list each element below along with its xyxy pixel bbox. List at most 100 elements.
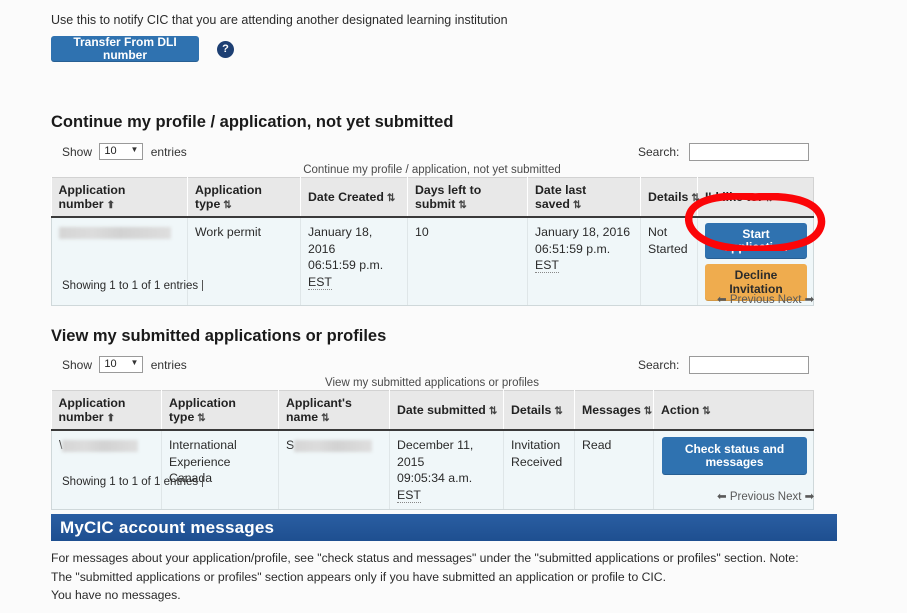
transfer-from-dli-number-button[interactable]: Transfer From DLI number <box>51 35 199 62</box>
continue-entries-select[interactable]: 10 ▼ <box>99 143 144 160</box>
submitted-entries-value: 10 <box>104 358 117 370</box>
mycic-account-messages-header: MyCIC account messages <box>51 514 837 541</box>
continue-search-input[interactable] <box>688 143 809 161</box>
submitted-entries-select[interactable]: 10 ▼ <box>99 356 144 373</box>
text-cursor <box>202 280 204 291</box>
continue-col-label-3: Days left to submit <box>415 183 482 211</box>
submitted-next-button[interactable]: Next <box>778 491 802 503</box>
sort-both-icon: ⇅ <box>554 406 562 417</box>
continue-table-caption: Continue my profile / application, not y… <box>303 164 561 176</box>
sort-asc-icon: ⬆ <box>106 413 115 424</box>
chevron-down-icon: ▼ <box>130 145 139 154</box>
submitted-table-info: Showing 1 to 1 of 1 entries <box>62 476 204 488</box>
next-arrow-icon[interactable]: ➡ <box>805 491 815 503</box>
continue-col-label-6: I'd like to: <box>705 190 762 204</box>
date-submitted-time: 09:05:34 a.m. <box>397 471 473 486</box>
redacted-applicant-name: S <box>286 438 373 452</box>
submitted-col-label-3: Date submitted <box>397 403 486 417</box>
continue-previous-button[interactable]: Previous <box>730 294 775 306</box>
redacted-application-number: \ <box>59 438 139 452</box>
table-row: \ International Experience Canada S Dece… <box>51 430 814 511</box>
sort-both-icon: ⇅ <box>386 193 395 204</box>
sort-both-icon: ⇅ <box>223 200 231 211</box>
submitted-col-messages[interactable]: Messages ⇅ <box>574 390 654 431</box>
timezone-abbr: EST <box>397 487 421 503</box>
text-cursor <box>202 476 204 487</box>
sort-both-icon: ⇅ <box>458 200 466 211</box>
continue-length-suffix: entries <box>150 145 187 159</box>
cell-days-left: 10 <box>407 217 528 306</box>
continue-next-button[interactable]: Next <box>778 294 802 306</box>
check-status-and-messages-button[interactable]: Check status and messages <box>662 437 807 476</box>
sort-both-icon: ⇅ <box>321 413 329 424</box>
cell-date-created: January 18, 2016 06:51:59 p.m. EST <box>300 217 408 306</box>
continue-col-details[interactable]: Details ⇅ <box>640 177 700 218</box>
submitted-col-label-0: Application number <box>58 396 126 424</box>
submitted-table-caption: View my submitted applications or profil… <box>325 377 539 389</box>
timezone-abbr: EST <box>535 258 559 274</box>
cell-application-number: \ <box>51 430 162 511</box>
continue-col-application-type[interactable]: Application type ⇅ <box>187 177 301 218</box>
submitted-previous-button[interactable]: Previous <box>730 491 775 503</box>
start-application-button[interactable]: Start application <box>705 223 807 260</box>
applicant-name-prefix: S <box>286 438 295 452</box>
submitted-info-text: Showing 1 to 1 of 1 entries <box>62 476 199 488</box>
details-line2: Received <box>511 454 563 469</box>
help-icon[interactable]: ? <box>217 41 234 58</box>
next-arrow-icon[interactable]: ➡ <box>805 294 815 306</box>
continue-section-title: Continue my profile / application, not y… <box>51 113 454 131</box>
submitted-filter-control: Search: <box>638 356 809 374</box>
previous-arrow-icon[interactable]: ⬅ <box>717 294 727 306</box>
submitted-col-date-submitted[interactable]: Date submitted ⇅ <box>389 390 504 431</box>
submitted-col-details[interactable]: Details ⇅ <box>503 390 575 431</box>
submitted-col-application-number[interactable]: Application number ⬆ <box>51 390 162 431</box>
messages-body-line2: applications or profiles" section appear… <box>135 569 666 584</box>
cell-date-last-saved: January 18, 2016 06:51:59 p.m. EST <box>527 217 641 306</box>
submitted-col-application-type[interactable]: Application type ⇅ <box>161 390 279 431</box>
date-saved-time: 06:51:59 p.m. <box>535 241 611 256</box>
sort-asc-icon: ⬆ <box>106 200 115 211</box>
submitted-col-label-6: Action <box>661 403 700 417</box>
no-messages-text: You have no messages. <box>51 588 181 602</box>
submitted-length-control: Show 10 ▼ entries <box>62 356 187 373</box>
continue-col-application-number[interactable]: Application number ⬆ <box>51 177 188 218</box>
continue-col-days-left[interactable]: Days left to submit ⇅ <box>407 177 528 218</box>
cell-application-type: International Experience Canada <box>161 430 279 511</box>
submitted-col-label-4: Details <box>511 403 552 417</box>
timezone-abbr: EST <box>308 274 332 290</box>
submitted-col-applicant-name[interactable]: Applicant's name ⇅ <box>278 390 390 431</box>
redacted-application-number <box>59 225 171 239</box>
continue-col-date-last-saved[interactable]: Date last saved ⇅ <box>527 177 641 218</box>
cell-application-type: Work permit <box>187 217 301 306</box>
continue-table-info: Showing 1 to 1 of 1 entries <box>62 280 204 292</box>
submitted-col-label-2: Applicant's name <box>286 396 352 424</box>
date-created-date: January 18, 2016 <box>308 225 373 256</box>
table-row: Work permit January 18, 2016 06:51:59 p.… <box>51 217 814 306</box>
continue-length-prefix: Show <box>62 145 93 159</box>
previous-arrow-icon[interactable]: ⬅ <box>717 491 727 503</box>
submitted-table-header-row: Application number ⬆ Application type ⇅ Ap… <box>51 390 814 431</box>
date-submitted-date: December 11, 2015 <box>397 438 474 469</box>
sort-both-icon: ⇅ <box>488 406 497 417</box>
continue-length-control: Show 10 ▼ entries <box>62 143 187 160</box>
continue-col-id-like-to[interactable]: I'd like to: ⇅ <box>697 177 814 218</box>
continue-filter-control: Search: <box>638 143 809 161</box>
sort-both-icon: ⇅ <box>764 193 773 204</box>
sort-both-icon: ⇅ <box>702 406 710 417</box>
submitted-col-action[interactable]: Action ⇅ <box>653 390 814 431</box>
submitted-length-suffix: entries <box>150 358 187 372</box>
cell-applicant-name: S <box>278 430 390 511</box>
continue-col-date-created[interactable]: Date Created ⇅ <box>300 177 408 218</box>
mycic-account-page: Use this to notify CIC that you are atte… <box>0 0 907 613</box>
continue-search-label: Search: <box>638 145 680 159</box>
dli-transfer-description: Use this to notify CIC that you are atte… <box>51 13 508 27</box>
submitted-search-input[interactable] <box>688 356 809 374</box>
continue-col-label-0: Application number <box>58 183 126 211</box>
continue-table-header-row: Application number ⬆ Application type ⇅ Da… <box>51 177 814 218</box>
submitted-pagination: ⬅ Previous Next ➡ <box>717 489 814 503</box>
sort-both-icon: ⇅ <box>572 200 581 211</box>
application-type-line1: International <box>169 438 237 452</box>
continue-pagination: ⬅ Previous Next ➡ <box>717 292 814 306</box>
continue-entries-value: 10 <box>104 145 117 157</box>
continue-col-label-5: Details <box>648 190 689 204</box>
